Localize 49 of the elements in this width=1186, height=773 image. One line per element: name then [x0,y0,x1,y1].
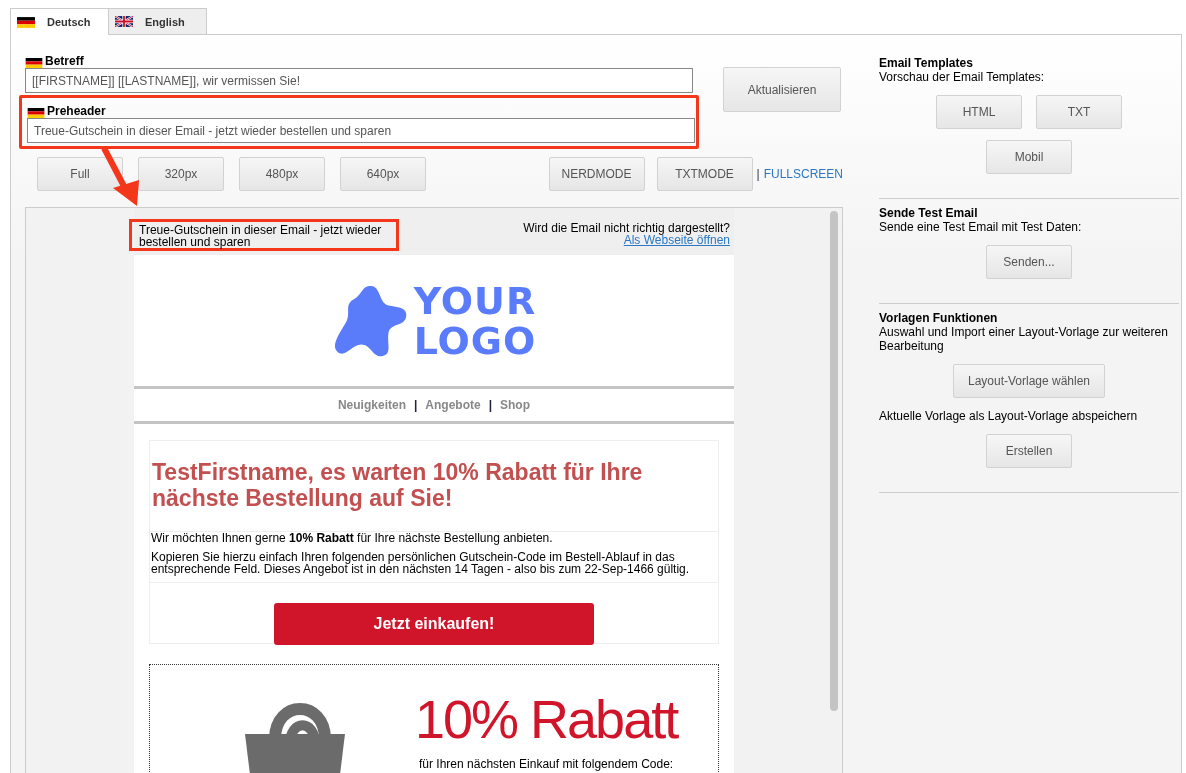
section-title: Email Templates [879,56,974,70]
preheader-text: Treue-Gutschein in dieser Email - jetzt wieder bestellen und sparen [129,219,399,251]
fullscreen-link[interactable]: FULLSCREEN [763,167,843,181]
sidebar-button[interactable]: Mobil [986,140,1072,174]
view-width-button[interactable]: 480px [239,157,325,191]
subject-label-text: Betreff [45,54,84,68]
section-description: Sende eine Test Email mit Test Daten: [879,220,1083,234]
sidebar-button[interactable]: Layout-Vorlage wählen [952,364,1106,398]
preheader-label: Preheader [47,104,106,118]
separator: | [413,398,418,412]
separator: | [756,167,760,181]
mode-button[interactable]: NERDMODE [548,157,645,191]
preheader-field[interactable]: Treue-Gutschein in dieser Email - jetzt wieder bestellen und sparen [27,118,695,143]
british-flag-icon [115,16,133,27]
scrollbar[interactable] [830,211,838,711]
mode-button[interactable]: TXTMODE [656,157,753,191]
nav-link[interactable]: Shop [500,398,531,412]
logo-text: YOUR [413,280,537,321]
email-paragraph: Wir möchten Ihnen gerne 10% Rabatt für Ihre nächste Bestellung anbieten. [149,531,719,551]
german-flag-icon [27,108,45,118]
section-title: Vorlagen Funktionen [879,311,999,325]
email-paragraph: Kopieren Sie hierzu einfach Ihren folgenden persönlichen Gutschein-Code im Bestell-Ablauf in das entsprechende Feld. Dieses Angebot ist in den nächsten 14 Tagen - also bis zum 22-Sep-1466 gültig. [149,551,719,582]
coupon-title: 10% Rabatt [415,688,678,751]
sidebar-button[interactable]: HTML [936,95,1022,129]
email-headline: TestFirstname, es warten 10% Rabatt für Ihre nächste Bestellung auf Sie! [149,440,719,531]
section-description: Aktuelle Vorlage als Layout-Vorlage abspeichern [879,409,1139,423]
nav-link[interactable]: Neuigkeiten [337,398,406,412]
webpage-link[interactable]: Als Webseite öffnen [623,234,730,246]
section-description: Auswahl und Import einer Layout-Vorlage zur weiteren Bearbeitung [879,325,1169,353]
nav-link[interactable]: Angebote [425,398,481,412]
logo-text: LOGO [413,320,537,361]
language-tab[interactable]: English [108,8,207,34]
sidebar-button[interactable]: Senden... [986,245,1072,279]
sidebar-button[interactable]: TXT [1036,95,1122,129]
separator: | [488,398,493,412]
subject-field[interactable]: [[FIRSTNAME]] [[LASTNAME]], wir vermissen Sie! [25,68,693,93]
german-flag-icon [17,16,35,28]
shop-now-button[interactable]: Jetzt einkaufen! [274,603,594,645]
view-width-button[interactable]: 320px [138,157,224,191]
display-notice: Wird die Email nicht richtig dargestellt? [523,222,730,234]
view-width-button[interactable]: 640px [340,157,426,191]
sidebar-button[interactable]: Erstellen [986,434,1072,468]
section-title: Sende Test Email [879,206,979,220]
section-description: Vorschau der Email Templates: [879,70,1046,84]
language-tab[interactable]: Deutsch [10,8,109,35]
update-button[interactable]: Aktualisieren [723,67,841,112]
german-flag-icon [25,58,43,68]
coupon-subtitle: für Ihren nächsten Einkauf mit folgendem Code: [419,757,674,771]
view-width-button[interactable]: Full [37,157,123,191]
